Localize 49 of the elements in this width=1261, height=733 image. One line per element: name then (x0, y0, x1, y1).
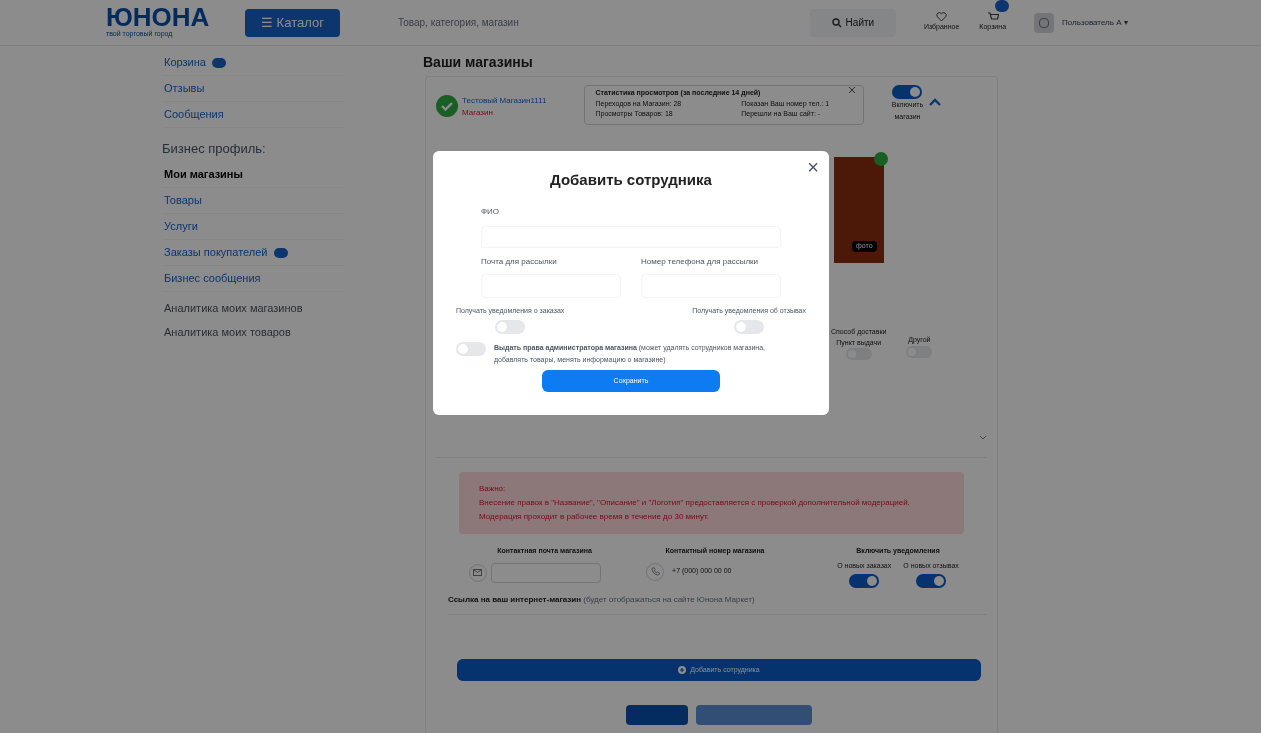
modal-title: Добавить сотрудника (550, 170, 712, 190)
search-field[interactable]: Товар, категория, магазин (397, 8, 798, 37)
store-name-link[interactable]: Тестовый Магазин1111 (462, 95, 547, 107)
chevron-down-icon[interactable] (979, 434, 987, 441)
secondary-button[interactable] (696, 705, 812, 725)
logo[interactable]: ЮНОНА (106, 5, 211, 30)
website-hint: (будет отображаться на сайте Юнона Маркет) (583, 595, 755, 604)
sidebar-item[interactable]: Аналитика моих магазинов (164, 296, 418, 320)
notice-title: Важно: (479, 483, 507, 495)
plus-circle-icon (678, 666, 687, 674)
store-toggle[interactable] (892, 85, 923, 99)
notification-toggle[interactable] (916, 574, 947, 588)
sidebar-item[interactable]: Заказы покупателей (164, 244, 268, 261)
cart-icon (986, 12, 999, 23)
heart-icon (936, 12, 948, 23)
search-icon (831, 17, 842, 28)
website-label: Ссылка на ваш интернет-магазин (448, 595, 581, 604)
email-label: Почта для рассылки (481, 255, 558, 268)
notice-text: Внесение правок в "Название", "Описание" и "Логотип" предоставляется с проверкой дополнительной модерацией. (479, 497, 911, 509)
sidebar-item[interactable]: Мои магазины (164, 166, 243, 183)
store-type: Магазин (462, 107, 494, 119)
close-icon[interactable] (849, 87, 856, 93)
sidebar-item[interactable]: Сообщения (164, 106, 224, 123)
search-button[interactable]: Найти (809, 8, 896, 37)
cart-badge (995, 0, 1010, 13)
notification-toggle[interactable] (849, 574, 880, 588)
email-input[interactable] (490, 562, 601, 583)
page-title: Ваши магазины (423, 53, 534, 72)
avatar-icon[interactable] (1034, 12, 1055, 33)
sidebar-item[interactable]: Бизнес сообщения (164, 270, 261, 287)
section-heading: Бизнес профиль: (162, 140, 267, 158)
close-button[interactable]: × (807, 157, 819, 177)
status-badge (874, 152, 888, 166)
notice-text: Модерация проходит в рабочее время в течение до 30 минут. (479, 511, 710, 523)
sidebar-item[interactable]: Отзывы (164, 80, 205, 97)
sidebar-item[interactable]: Корзина (164, 54, 206, 71)
sidebar-item[interactable]: Товары (164, 192, 202, 209)
admin-toggle[interactable] (456, 342, 486, 356)
user-menu[interactable]: Пользователь А ▾ (1062, 16, 1128, 29)
catalog-button[interactable]: ☰ Каталог (245, 8, 340, 37)
check-circle-icon (436, 95, 458, 117)
notification-toggle[interactable] (495, 320, 526, 334)
phone-label: Номер телефона для рассылки (641, 255, 760, 268)
save-store-button[interactable] (626, 705, 688, 725)
chevron-up-icon[interactable] (928, 97, 943, 107)
name-label: ФИО (481, 205, 501, 218)
notification-toggle[interactable] (734, 320, 765, 334)
sidebar-item[interactable]: Услуги (164, 218, 198, 235)
sidebar-item[interactable]: Аналитика моих товаров (164, 320, 418, 344)
